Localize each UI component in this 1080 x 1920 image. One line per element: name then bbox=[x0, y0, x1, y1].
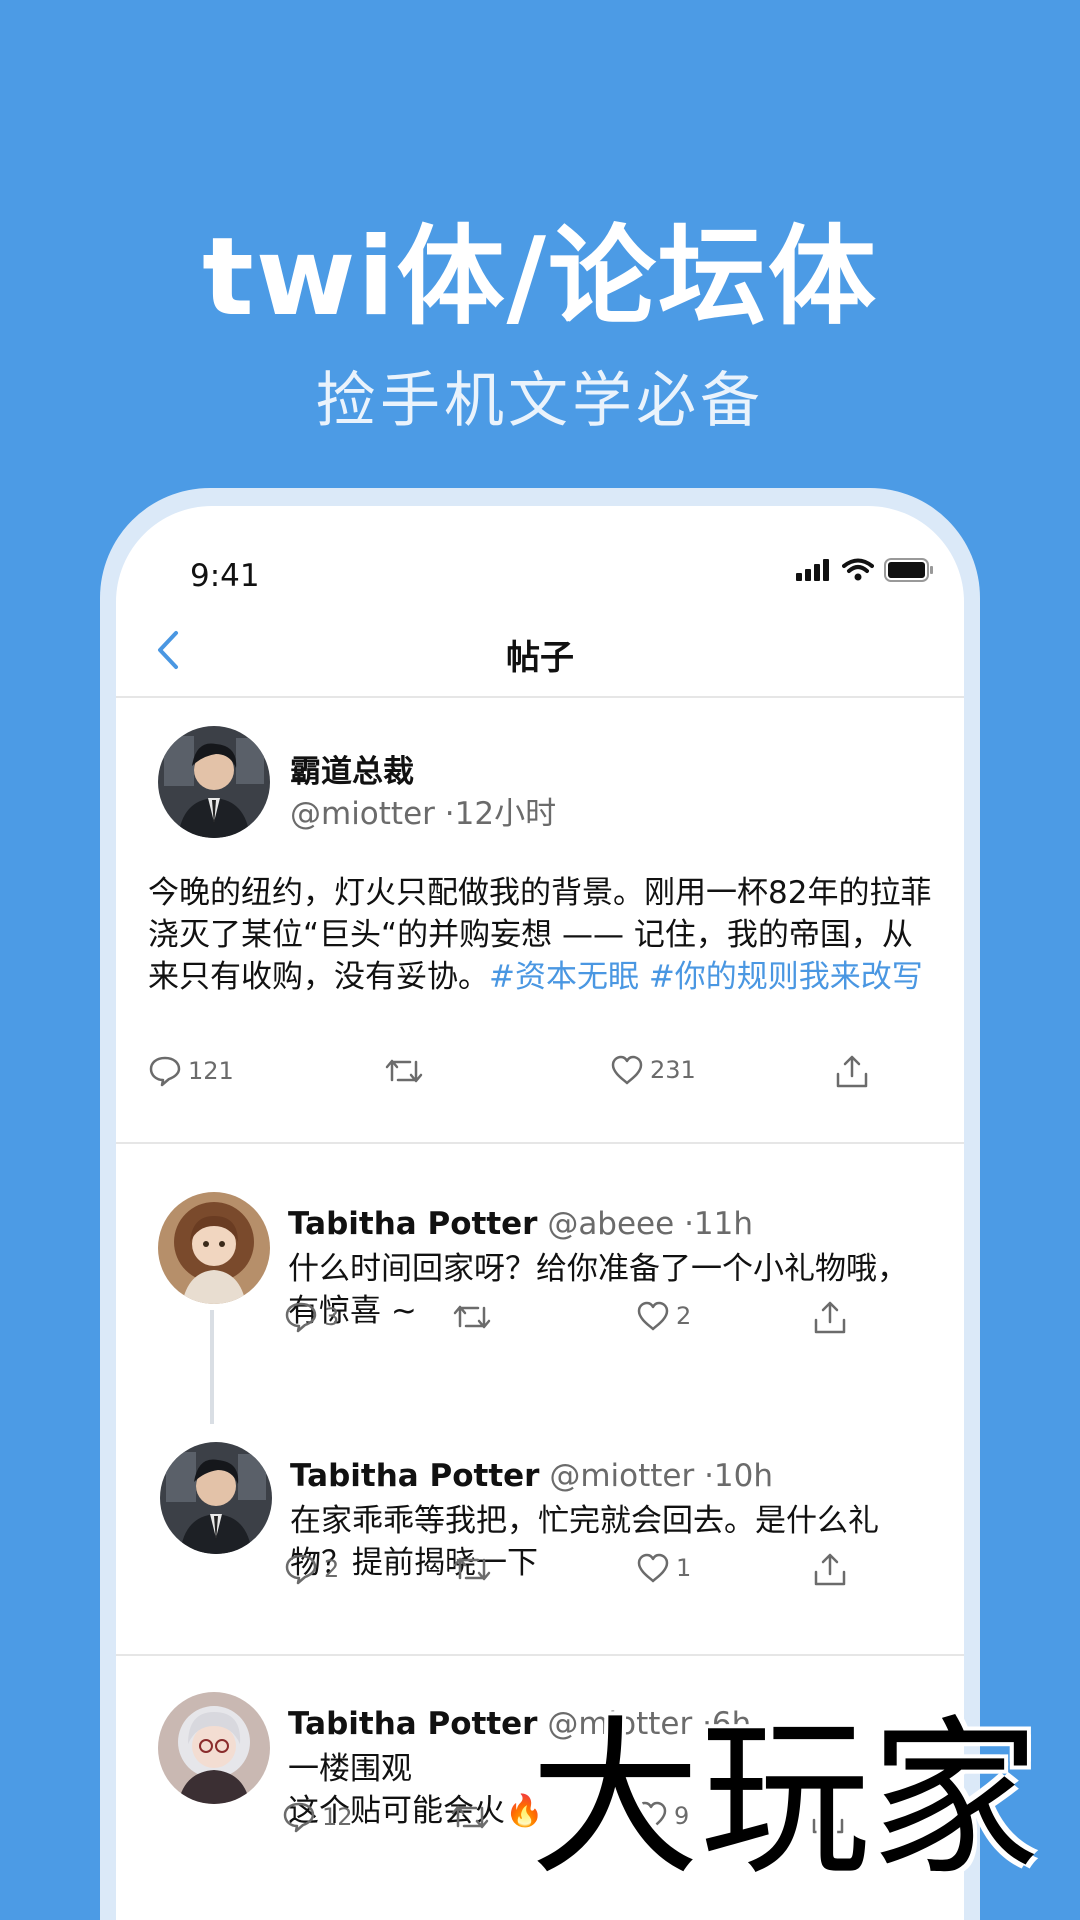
like-count: 231 bbox=[650, 1056, 696, 1084]
author-handle[interactable]: @abeee bbox=[547, 1206, 674, 1242]
reply-button[interactable]: 12 bbox=[282, 1800, 353, 1834]
share-icon bbox=[814, 1301, 846, 1334]
nav-bar: 帖子 bbox=[116, 606, 964, 698]
divider bbox=[116, 1142, 964, 1144]
reply-count: 3 bbox=[324, 1303, 340, 1331]
author-handle[interactable]: @miotter bbox=[549, 1458, 694, 1494]
retweet-icon bbox=[453, 1305, 491, 1329]
battery-icon bbox=[884, 558, 933, 582]
reply-author-line: Tabitha Potter @abeee ·11h bbox=[288, 1206, 753, 1242]
avatar[interactable] bbox=[160, 1442, 272, 1554]
share-button[interactable] bbox=[812, 1300, 848, 1336]
retweet-button[interactable] bbox=[450, 1800, 490, 1834]
share-button[interactable] bbox=[812, 1552, 848, 1588]
retweet-button[interactable] bbox=[452, 1552, 492, 1586]
retweet-icon bbox=[451, 1805, 489, 1829]
comment-icon bbox=[285, 1554, 317, 1585]
post-hashtags[interactable]: #资本无眠 #你的规则我来改写 bbox=[489, 959, 923, 995]
comment-icon bbox=[283, 1802, 315, 1833]
avatar-girl-icon bbox=[158, 1192, 270, 1304]
share-button[interactable] bbox=[834, 1054, 870, 1090]
avatar[interactable] bbox=[158, 1692, 270, 1804]
retweet-button[interactable] bbox=[384, 1054, 424, 1088]
reply-author-line: Tabitha Potter @miotter ·10h bbox=[290, 1458, 773, 1494]
author-name[interactable]: 霸道总裁 bbox=[290, 754, 414, 790]
comment-icon bbox=[149, 1056, 181, 1087]
heart-icon bbox=[637, 1301, 669, 1331]
reply-button[interactable]: 3 bbox=[284, 1300, 339, 1334]
reply-time: ·11h bbox=[684, 1206, 754, 1242]
like-button[interactable]: 231 bbox=[610, 1054, 696, 1086]
wifi-icon bbox=[842, 558, 874, 581]
avatar[interactable] bbox=[158, 726, 270, 838]
reply-count: 121 bbox=[188, 1057, 234, 1085]
reply-actions: 2 1 bbox=[284, 1552, 904, 1596]
status-time: 9:41 bbox=[190, 558, 260, 594]
status-bar: 9:41 bbox=[116, 506, 964, 606]
heart-icon bbox=[611, 1055, 643, 1085]
reply-count: 2 bbox=[324, 1555, 340, 1583]
status-icons bbox=[796, 558, 934, 582]
heart-icon bbox=[637, 1553, 669, 1583]
comment-icon bbox=[285, 1302, 317, 1333]
reply-actions: 3 2 bbox=[284, 1300, 904, 1344]
retweet-button[interactable] bbox=[452, 1300, 492, 1334]
avatar-silver-hair-icon bbox=[158, 1692, 270, 1804]
promo-headline: twi体/论坛体 bbox=[202, 215, 878, 340]
divider bbox=[116, 1654, 964, 1656]
avatar[interactable] bbox=[158, 1192, 270, 1304]
retweet-icon bbox=[453, 1557, 491, 1581]
reply-button[interactable]: 121 bbox=[148, 1054, 234, 1088]
page-title: 帖子 bbox=[506, 638, 574, 678]
share-icon bbox=[836, 1055, 868, 1088]
author-handle[interactable]: @miotter bbox=[290, 796, 435, 832]
watermark: 大玩家 bbox=[530, 1701, 1041, 1899]
reply-button[interactable]: 2 bbox=[284, 1552, 339, 1586]
like-count: 1 bbox=[676, 1554, 692, 1582]
like-button[interactable]: 1 bbox=[636, 1552, 691, 1584]
author-name[interactable]: Tabitha Potter bbox=[288, 1206, 537, 1242]
post-actions: 121 231 bbox=[148, 1054, 938, 1098]
thread-connector bbox=[210, 1310, 214, 1424]
author-name[interactable]: Tabitha Potter bbox=[288, 1706, 537, 1742]
reply-time: ·10h bbox=[704, 1458, 774, 1494]
signal-icon bbox=[796, 559, 829, 581]
post-time: ·12小时 bbox=[444, 796, 557, 832]
avatar-businessman-icon bbox=[158, 726, 270, 838]
post-body: 今晚的纽约，灯火只配做我的背景。刚用一杯82年的拉菲浇灭了某位“巨头“的并购妄想… bbox=[148, 872, 938, 998]
author-name[interactable]: Tabitha Potter bbox=[290, 1458, 539, 1494]
promo-subheadline: 捡手机文学必备 bbox=[316, 366, 764, 436]
post-author-name: 霸道总裁 bbox=[290, 746, 414, 791]
avatar-businessman-icon bbox=[160, 1442, 272, 1554]
reply-count: 12 bbox=[322, 1803, 353, 1831]
like-count: 2 bbox=[676, 1302, 692, 1330]
retweet-icon bbox=[385, 1059, 423, 1083]
share-icon bbox=[814, 1553, 846, 1586]
post-author-meta: @miotter ·12小时 bbox=[290, 788, 556, 833]
like-button[interactable]: 2 bbox=[636, 1300, 691, 1332]
